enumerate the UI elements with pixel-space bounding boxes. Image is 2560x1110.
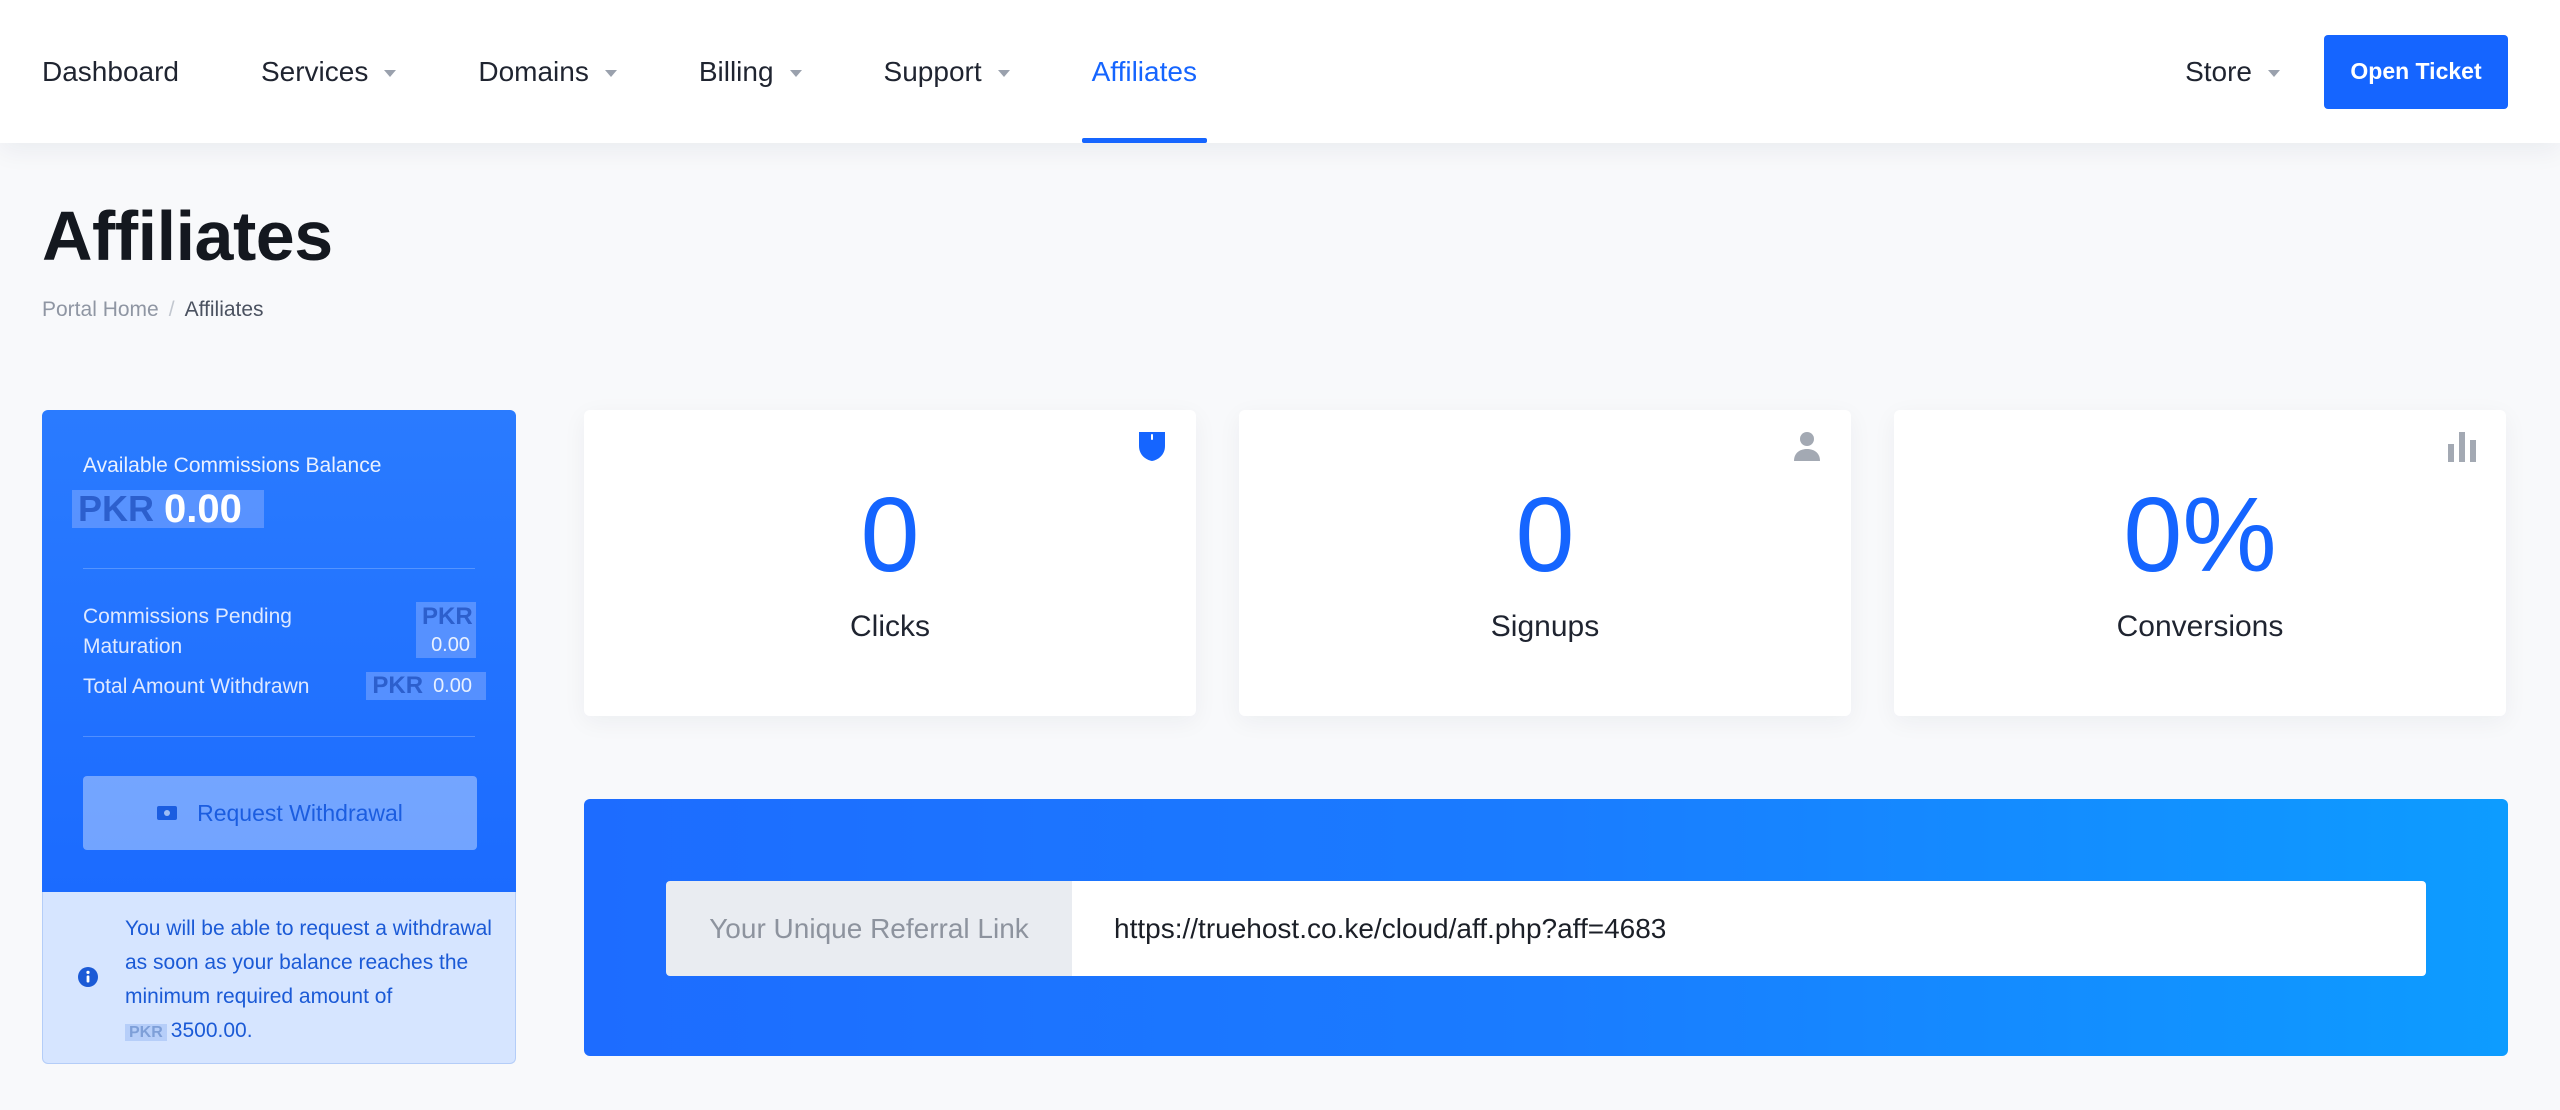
breadcrumb-current: Affiliates [184, 298, 264, 321]
available-balance-amount: PKR 0.00 [72, 489, 264, 529]
pending-maturation-label: Commissions Pending Maturation [83, 605, 292, 658]
nav-domains[interactable]: Domains [478, 0, 617, 143]
caret-down-icon [789, 69, 802, 77]
balance-divider [83, 736, 475, 737]
caret-down-icon [2268, 69, 2280, 77]
signups-value: 0 [1515, 476, 1575, 594]
user-icon [1794, 432, 1820, 461]
clicks-label: Clicks [850, 610, 930, 643]
commissions-balance-card: Available Commissions Balance PKR 0.00 C… [42, 410, 516, 892]
open-ticket-button[interactable]: Open Ticket [2324, 34, 2508, 109]
clicks-value: 0 [860, 476, 920, 594]
pending-maturation-amount: PKR 0.00 [416, 602, 476, 658]
nav-billing-label: Billing [698, 55, 774, 87]
nav-support[interactable]: Support [884, 0, 1010, 143]
money-bill-icon [157, 806, 178, 820]
referral-link-label: Your Unique Referral Link [666, 881, 1072, 976]
page-title: Affiliates [42, 197, 333, 275]
conversions-stat-card: 0% Conversions [1894, 410, 2506, 716]
withdrawal-info-text: You will be able to request a withdrawal… [125, 912, 495, 1050]
total-withdrawn-amount: PKR 0.00 [366, 672, 486, 700]
breadcrumb: Portal Home / Affiliates [42, 298, 264, 322]
top-navigation-bar: Dashboard Services Domains Billing Suppo… [0, 0, 2560, 143]
info-text-body: You will be able to request a withdrawal… [125, 917, 492, 1008]
main-nav: Dashboard Services Domains Billing Suppo… [42, 0, 1279, 143]
nav-domains-label: Domains [478, 55, 589, 87]
request-withdrawal-label: Request Withdrawal [197, 799, 403, 826]
currency-code: PKR [416, 602, 476, 632]
nav-dashboard-label: Dashboard [42, 55, 179, 87]
conversions-label: Conversions [2116, 610, 2284, 643]
signups-label: Signups [1490, 610, 1600, 643]
currency-code: PKR [72, 490, 165, 528]
breadcrumb-separator: / [168, 298, 175, 321]
referral-link-group: Your Unique Referral Link [666, 881, 2426, 976]
info-circle-icon [78, 967, 98, 987]
nav-support-label: Support [883, 55, 982, 87]
pending-maturation-value: 0.00 [416, 632, 476, 658]
signups-stat-card: 0 Signups [1239, 410, 1851, 716]
conversions-value: 0% [2123, 476, 2277, 594]
caret-down-icon [384, 69, 397, 77]
nav-services-label: Services [260, 55, 369, 87]
breadcrumb-home-link[interactable]: Portal Home [42, 298, 159, 322]
referral-link-panel: Your Unique Referral Link [584, 799, 2508, 1056]
bar-chart-icon [2448, 432, 2476, 462]
total-withdrawn-label: Total Amount Withdrawn [83, 675, 310, 698]
caret-down-icon [997, 69, 1010, 77]
currency-code: PKR [366, 672, 430, 700]
caret-down-icon [604, 69, 617, 77]
nav-right-group: Store Open Ticket [2185, 0, 2508, 143]
referral-link-input[interactable] [1072, 881, 2426, 976]
available-balance-label: Available Commissions Balance [83, 454, 382, 477]
nav-affiliates[interactable]: Affiliates [1081, 0, 1208, 143]
total-withdrawn-value: 0.00 [429, 672, 486, 700]
nav-dashboard[interactable]: Dashboard [42, 0, 179, 143]
minimum-amount: 3500.00. [170, 1019, 253, 1042]
nav-affiliates-label: Affiliates [1091, 55, 1197, 87]
nav-billing[interactable]: Billing [699, 0, 802, 143]
nav-store[interactable]: Store [2185, 56, 2280, 88]
clicks-stat-card: 0 Clicks [584, 410, 1196, 716]
currency-code: PKR [125, 1024, 167, 1041]
nav-services[interactable]: Services [260, 0, 397, 143]
nav-store-label: Store [2185, 55, 2252, 87]
balance-divider [83, 568, 475, 569]
withdrawal-info-note: You will be able to request a withdrawal… [42, 892, 516, 1064]
available-balance-value: 0.00 [164, 489, 264, 529]
cursor-icon [1139, 432, 1165, 461]
request-withdrawal-button[interactable]: Request Withdrawal [83, 776, 477, 850]
